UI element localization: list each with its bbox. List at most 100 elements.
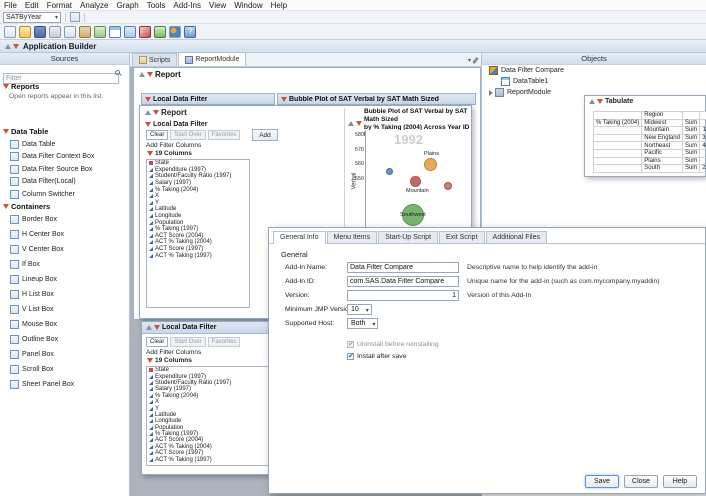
fit-y-by-x-icon[interactable] <box>139 26 151 38</box>
filter-columns-list[interactable]: State Expenditure (1997) Student/Faculty… <box>146 366 280 466</box>
distribution-icon[interactable] <box>124 26 136 38</box>
favorites-button[interactable]: Favorites <box>208 130 241 140</box>
new-icon[interactable] <box>4 26 16 38</box>
menu-item[interactable]: Edit <box>21 0 43 11</box>
source-item[interactable]: If Box <box>0 257 129 272</box>
data-table-icon[interactable] <box>109 26 121 38</box>
column-item[interactable]: Population <box>147 219 249 226</box>
column-item[interactable]: % Taking (2004) <box>147 186 249 193</box>
column-item[interactable]: ACT % Taking (2004) <box>147 239 249 246</box>
print-icon[interactable] <box>49 26 61 38</box>
column-item[interactable]: % Taking (1997) <box>147 226 249 233</box>
red-triangle-menu-icon[interactable] <box>597 99 603 104</box>
local-data-filter-titlebar[interactable]: Local Data Filter <box>141 93 275 105</box>
supported-host-select[interactable]: Both <box>347 318 378 329</box>
collapse-up-icon[interactable] <box>589 99 595 104</box>
field-input[interactable] <box>347 276 459 287</box>
script-combo[interactable]: SATByYear ▾ <box>3 12 61 23</box>
column-item[interactable]: Expenditure (1997) <box>147 167 249 174</box>
field-input[interactable] <box>347 290 459 301</box>
column-item[interactable]: ACT Score (1997) <box>147 246 249 253</box>
filter-columns-list[interactable]: State Expenditure (1997) Student/Faculty… <box>146 159 250 308</box>
section-containers[interactable]: Containers <box>0 200 129 212</box>
start-over-button[interactable]: Start Over <box>170 337 205 347</box>
undo-icon[interactable] <box>94 26 106 38</box>
column-item[interactable]: Salary (1997) <box>147 180 249 187</box>
column-item[interactable]: ACT % Taking (1997) <box>147 252 249 259</box>
tree-item-data-filter-compare[interactable]: Data Filter Compare <box>482 65 706 76</box>
menu-item[interactable]: Help <box>267 0 291 11</box>
tree-item-datatable1[interactable]: DataTable1 <box>482 76 706 87</box>
column-item[interactable]: Longitude <box>147 213 249 220</box>
expand-arrow-icon[interactable] <box>489 90 493 96</box>
red-triangle-menu-icon[interactable] <box>356 121 362 126</box>
collapse-up-icon[interactable] <box>5 44 11 49</box>
save-icon[interactable] <box>34 26 46 38</box>
red-triangle-menu-icon[interactable] <box>147 151 153 156</box>
chevron-down-icon[interactable]: ▾ <box>468 57 471 64</box>
column-item[interactable]: State <box>147 160 249 167</box>
favorites-button[interactable]: Favorites <box>208 337 241 347</box>
local-data-filter-titlebar[interactable]: Local Data Filter <box>142 322 283 334</box>
install-after-save-checkbox[interactable] <box>347 353 354 360</box>
tab-additional-files[interactable]: Additional Files <box>486 231 547 243</box>
help-button[interactable]: Help <box>663 475 697 488</box>
add-button[interactable]: Add <box>252 129 278 141</box>
column-item[interactable]: ACT Score (2004) <box>147 233 249 240</box>
red-triangle-menu-icon[interactable] <box>145 122 151 127</box>
collapse-up-icon[interactable] <box>348 121 354 126</box>
close-button[interactable]: Close <box>624 475 658 488</box>
menu-item[interactable]: Graph <box>113 0 143 11</box>
column-item[interactable]: ACT % Taking (1997) <box>147 456 279 462</box>
column-item[interactable]: X <box>147 193 249 200</box>
source-item[interactable]: Outline Box <box>0 332 129 347</box>
field-input[interactable] <box>347 262 459 273</box>
source-item[interactable]: Mouse Box <box>0 317 129 332</box>
source-item[interactable]: V List Box <box>0 302 129 317</box>
open-icon[interactable] <box>19 26 31 38</box>
tab-menu-items[interactable]: Menu Items <box>327 231 378 243</box>
source-item[interactable]: Data Filter Source Box <box>0 163 129 176</box>
min-jmp-version-select[interactable]: 10 <box>347 304 372 315</box>
collapse-up-icon[interactable] <box>145 110 151 115</box>
source-item[interactable]: Panel Box <box>0 347 129 362</box>
source-item[interactable]: Scroll Box <box>0 362 129 377</box>
collapse-up-icon[interactable] <box>139 72 145 77</box>
source-item[interactable]: Sheet Panel Box <box>0 377 129 392</box>
clear-button[interactable]: Clear <box>146 337 168 347</box>
source-item[interactable]: V Center Box <box>0 242 129 257</box>
menu-item[interactable]: Tools <box>143 0 170 11</box>
red-triangle-menu-icon[interactable] <box>13 44 19 49</box>
source-item[interactable]: Column Switcher <box>0 188 129 201</box>
copy-icon[interactable] <box>64 26 76 38</box>
tab-reportmodule[interactable]: ReportModule <box>178 52 246 66</box>
menu-item[interactable]: Format <box>43 0 76 11</box>
clear-button[interactable]: Clear <box>146 130 168 140</box>
menu-item[interactable]: View <box>205 0 230 11</box>
section-data-table[interactable]: Data Table <box>0 126 129 138</box>
red-triangle-menu-icon[interactable] <box>153 110 159 115</box>
source-item[interactable]: Lineup Box <box>0 272 129 287</box>
source-item[interactable]: Data Filter(Local) <box>0 175 129 188</box>
red-triangle-menu-icon[interactable] <box>147 358 153 363</box>
source-item[interactable]: Data Filter Context Box <box>0 150 129 163</box>
bubble-plot-titlebar[interactable]: Bubble Plot of SAT Verbal by SAT Math Si… <box>277 93 476 105</box>
bubble-plot-icon[interactable] <box>169 26 181 38</box>
source-item[interactable]: Border Box <box>0 212 129 227</box>
help-icon[interactable] <box>184 26 196 38</box>
column-item[interactable]: Student/Faculty Ratio (1997) <box>147 173 249 180</box>
pin-icon[interactable] <box>472 57 479 64</box>
uninstall-checkbox[interactable] <box>347 341 354 348</box>
source-item[interactable]: H List Box <box>0 287 129 302</box>
menu-item[interactable]: File <box>0 0 21 11</box>
graph-builder-icon[interactable] <box>154 26 166 38</box>
save-button[interactable]: Save <box>585 475 619 488</box>
column-item[interactable]: Y <box>147 200 249 207</box>
tab-exit-script[interactable]: Exit Script <box>439 231 485 243</box>
run-script-icon[interactable] <box>70 12 80 22</box>
red-triangle-menu-icon[interactable] <box>147 72 153 77</box>
tab-startup-script[interactable]: Start-Up Script <box>378 231 438 243</box>
start-over-button[interactable]: Start Over <box>170 130 205 140</box>
source-item[interactable]: Data Table <box>0 138 129 151</box>
tab-general-info[interactable]: General Info <box>273 231 326 244</box>
